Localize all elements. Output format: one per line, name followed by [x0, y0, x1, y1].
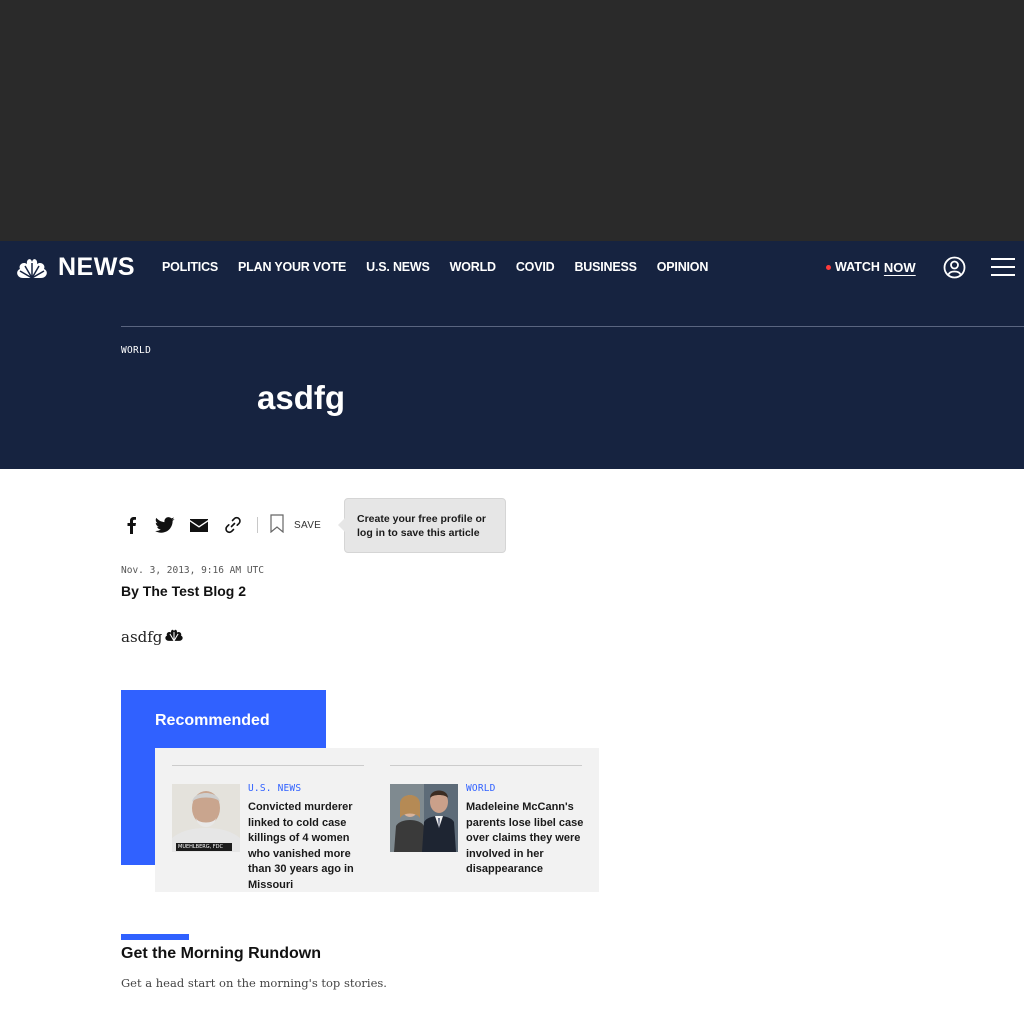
recommended-headline[interactable]: Madeleine McCann's parents lose libel ca… [466, 800, 588, 878]
share-divider [257, 517, 258, 533]
nav-item-opinion[interactable]: OPINION [657, 260, 709, 274]
watch-label: WATCH [835, 260, 880, 274]
nav-item-politics[interactable]: POLITICS [162, 260, 218, 274]
thumbnail-caption: MUEHLBERG, FDC [178, 844, 224, 850]
top-navigation: NEWS POLITICS PLAN YOUR VOTE U.S. NEWS W… [0, 241, 1024, 293]
article-title: asdfg [257, 379, 346, 416]
save-tooltip: Create your free profile or log in to sa… [338, 498, 506, 553]
section-label[interactable]: WORLD [121, 345, 151, 356]
email-icon[interactable] [189, 515, 209, 535]
nav-item-plan-your-vote[interactable]: PLAN YOUR VOTE [238, 260, 346, 274]
menu-icon[interactable] [991, 257, 1015, 282]
recommended-panel: MUEHLBERG, FDC U.S. NEWS Convicted murde… [155, 748, 599, 892]
save-button[interactable]: SAVE [270, 514, 321, 536]
share-bar: SAVE [121, 512, 321, 538]
newsletter-title: Get the Morning Rundown [121, 945, 321, 962]
bookmark-icon [270, 514, 284, 536]
nav-item-covid[interactable]: COVID [516, 260, 555, 274]
recommended-section-label[interactable]: U.S. NEWS [248, 783, 301, 794]
article-date: Nov. 3, 2013, 9:16 AM UTC [121, 565, 264, 576]
article-body: asdfg [121, 628, 185, 646]
nbc-peacock-icon [163, 628, 185, 646]
newsletter-accent-bar [121, 934, 189, 940]
recommended-title: Recommended [155, 712, 270, 729]
watch-now-link[interactable]: WATCH NOW [826, 241, 916, 293]
article-body-text: asdfg [121, 628, 163, 646]
live-dot-icon [826, 264, 831, 270]
newsletter-subtitle: Get a head start on the morning's top st… [121, 976, 387, 990]
nbc-news-logo[interactable]: NEWS [14, 253, 135, 282]
save-label: SAVE [294, 519, 322, 531]
ad-banner [0, 0, 1024, 241]
recommended-section-label[interactable]: WORLD [466, 783, 496, 794]
hero-divider [121, 326, 1024, 327]
facebook-icon[interactable] [121, 515, 141, 535]
nav-item-us-news[interactable]: U.S. NEWS [366, 260, 430, 274]
recommended-thumbnail[interactable]: MUEHLBERG, FDC [172, 784, 240, 852]
recommended-card[interactable]: MUEHLBERG, FDC U.S. NEWS Convicted murde… [172, 765, 364, 891]
recommended-thumbnail[interactable] [390, 784, 458, 852]
primary-nav: POLITICS PLAN YOUR VOTE U.S. NEWS WORLD … [162, 241, 708, 293]
link-icon[interactable] [223, 515, 243, 535]
brand-wordmark: NEWS [58, 253, 135, 281]
recommended-headline[interactable]: Convicted murderer linked to cold case k… [248, 800, 370, 893]
article-byline[interactable]: By The Test Blog 2 [121, 583, 246, 599]
profile-icon[interactable] [943, 256, 966, 284]
now-label: NOW [883, 259, 916, 275]
twitter-icon[interactable] [155, 515, 175, 535]
nbc-peacock-icon [14, 256, 50, 280]
article-hero: WORLD asdfg [0, 293, 1024, 469]
nav-item-world[interactable]: WORLD [450, 260, 496, 274]
recommended-card[interactable]: WORLD Madeleine McCann's parents lose li… [390, 765, 583, 875]
nav-item-business[interactable]: BUSINESS [574, 260, 637, 274]
